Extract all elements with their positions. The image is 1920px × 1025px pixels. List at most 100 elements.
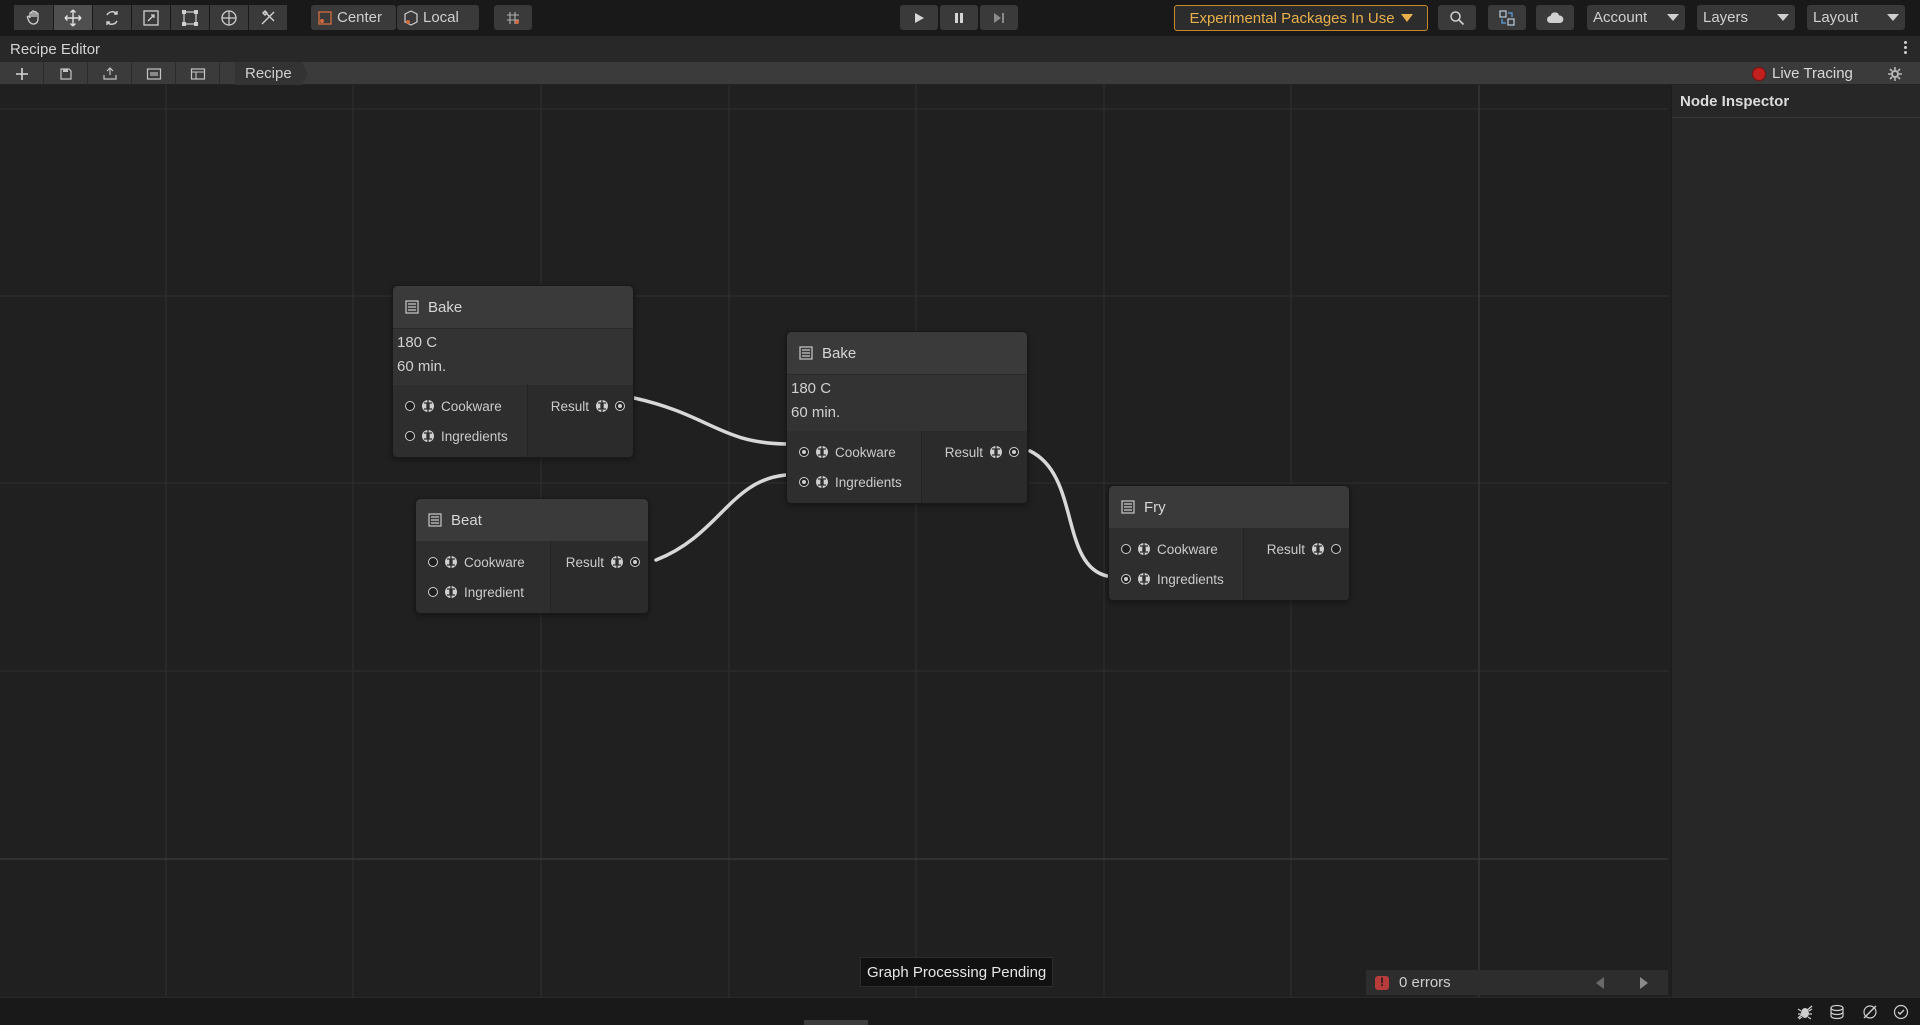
frame-icon <box>146 67 161 80</box>
output-port-result[interactable]: Result <box>551 391 625 421</box>
transform-tool-button[interactable] <box>210 5 248 30</box>
port-connector[interactable] <box>1009 447 1019 457</box>
custom-tool-button[interactable] <box>249 5 287 30</box>
node-header[interactable]: Beat <box>416 499 648 541</box>
input-port-ingredients[interactable]: Ingredients <box>1121 564 1243 594</box>
breadcrumb-recipe[interactable]: Recipe <box>235 62 308 85</box>
bottom-drag-handle[interactable] <box>804 1020 868 1025</box>
rect-tool-button[interactable] <box>171 5 209 30</box>
play-button[interactable] <box>900 5 938 30</box>
node-header[interactable]: Bake <box>393 286 633 328</box>
scale-tool-button[interactable] <box>132 5 170 30</box>
rotate-tool-button[interactable] <box>93 5 131 30</box>
port-connector[interactable] <box>1331 544 1341 554</box>
port-connector[interactable] <box>799 447 809 457</box>
node-title: Fry <box>1144 498 1166 516</box>
collab-button[interactable] <box>1488 5 1526 30</box>
node-beat[interactable]: Beat Cookware Ingredient Result <box>415 498 649 614</box>
live-tracing-toggle[interactable]: Live Tracing <box>1752 64 1853 83</box>
port-connector[interactable] <box>1121 574 1131 584</box>
port-connector[interactable] <box>630 557 640 567</box>
node-header[interactable]: Fry <box>1109 486 1349 528</box>
port-type-icon <box>1138 543 1150 555</box>
output-port-result[interactable]: Result <box>566 547 640 577</box>
port-type-icon <box>596 400 608 412</box>
more-options-icon[interactable] <box>1902 39 1908 57</box>
input-port-cookware[interactable]: Cookware <box>405 391 527 421</box>
input-port-cookware[interactable]: Cookware <box>799 437 921 467</box>
port-type-icon <box>990 446 1002 458</box>
input-port-ingredients[interactable]: Ingredients <box>799 467 921 497</box>
debug-icon[interactable] <box>1796 1004 1814 1020</box>
node-type-icon <box>1121 500 1135 514</box>
network-off-icon[interactable] <box>1861 1004 1879 1020</box>
rect-tool-icon <box>182 9 198 26</box>
hand-tool-button[interactable] <box>14 5 53 30</box>
output-port-result[interactable]: Result <box>1267 534 1341 564</box>
port-connector[interactable] <box>428 587 438 597</box>
node-type-icon <box>799 346 813 360</box>
port-connector[interactable] <box>428 557 438 567</box>
port-connector[interactable] <box>405 401 415 411</box>
graph-canvas[interactable]: Bake 180 C 60 min. Cookware Ingredients … <box>0 85 1668 997</box>
export-button[interactable] <box>88 62 132 85</box>
hand-tool-icon <box>26 9 39 25</box>
node-bake-1[interactable]: Bake 180 C 60 min. Cookware Ingredients … <box>392 285 634 458</box>
node-header[interactable]: Bake <box>787 332 1027 374</box>
check-circle-icon[interactable] <box>1892 1004 1910 1020</box>
frame-button[interactable] <box>132 62 176 85</box>
port-connector[interactable] <box>799 477 809 487</box>
errors-bar[interactable]: 0 errors <box>1366 970 1668 995</box>
pause-icon <box>955 12 963 23</box>
input-port-cookware[interactable]: Cookware <box>428 547 550 577</box>
node-duration: 60 min. <box>791 404 841 421</box>
step-button[interactable] <box>980 5 1018 30</box>
next-error-icon[interactable] <box>1640 977 1648 989</box>
input-port-ingredients[interactable]: Ingredients <box>405 421 527 451</box>
input-port-ingredient[interactable]: Ingredient <box>428 577 550 607</box>
node-temperature: 180 C <box>397 334 438 351</box>
node-title: Bake <box>428 298 463 316</box>
move-tool-button[interactable] <box>54 5 92 30</box>
collab-icon <box>1499 9 1515 26</box>
port-label: Result <box>1266 541 1305 557</box>
layout-dropdown[interactable]: Layout <box>1807 5 1905 30</box>
pivot-center-button[interactable]: Center <box>311 5 396 30</box>
account-dropdown[interactable]: Account <box>1587 5 1685 30</box>
pivot-local-label: Local <box>423 9 459 26</box>
input-port-cookware[interactable]: Cookware <box>1121 534 1243 564</box>
pause-button[interactable] <box>940 5 978 30</box>
node-fry[interactable]: Fry Cookware Ingredients Result <box>1108 485 1350 601</box>
layout-label: Layout <box>1813 9 1859 26</box>
node-bake-2[interactable]: Bake 180 C 60 min. Cookware Ingredients … <box>786 331 1028 504</box>
blackboard-button[interactable] <box>176 62 220 85</box>
pivot-local-button[interactable]: Local <box>397 5 479 30</box>
grid-snap-button[interactable] <box>494 5 532 30</box>
gear-icon <box>1888 66 1902 81</box>
layers-label: Layers <box>1703 9 1749 26</box>
cache-icon[interactable] <box>1828 1004 1846 1020</box>
search-button[interactable] <box>1438 5 1476 30</box>
port-connector[interactable] <box>615 401 625 411</box>
port-label: Result <box>565 554 604 570</box>
node-type-icon <box>405 300 419 314</box>
port-connector[interactable] <box>1121 544 1131 554</box>
processing-status-label: Graph Processing Pending <box>867 963 1047 981</box>
play-icon <box>915 12 924 23</box>
cloud-button[interactable] <box>1536 5 1574 30</box>
output-port-result[interactable]: Result <box>945 437 1019 467</box>
port-type-icon <box>1138 573 1150 585</box>
port-connector[interactable] <box>405 431 415 441</box>
port-type-icon <box>445 586 457 598</box>
previous-error-icon[interactable] <box>1596 977 1604 989</box>
cloud-icon <box>1547 11 1564 23</box>
layers-dropdown[interactable]: Layers <box>1697 5 1795 30</box>
port-type-icon <box>1312 543 1324 555</box>
save-button[interactable] <box>44 62 88 85</box>
add-node-button[interactable] <box>0 62 44 85</box>
error-icon <box>1375 975 1389 990</box>
node-duration: 60 min. <box>397 358 447 375</box>
experimental-packages-button[interactable]: Experimental Packages In Use <box>1174 5 1428 31</box>
settings-button[interactable] <box>1885 64 1905 83</box>
node-title: Beat <box>451 511 482 529</box>
